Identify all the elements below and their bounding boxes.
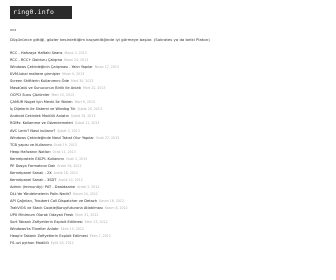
- post-date: Nisan 24, 2013: [64, 58, 89, 63]
- post-date: Eylül 29, 2012: [50, 241, 74, 246]
- post-title-link[interactable]: RGMs: Kollamme ve Gözenlemeleri: [10, 121, 73, 125]
- list-item: PE Dosya Formatının Dalı Aralık 26, 2012: [10, 163, 320, 170]
- post-date: Ekim 7, 2012: [89, 234, 111, 239]
- list-item: ÇAMUR Nuget İçin Mevki İle Yönlen Mart 6,…: [10, 99, 320, 106]
- post-title-link[interactable]: DLL'de Yöndelmelerin Palin Nedir?: [10, 192, 71, 196]
- list-item: AVC Lerin? Nasıl kullanır? Şubat 3, 2013: [10, 128, 320, 135]
- post-title-link[interactable]: ÇAMUR Nuget İçin Mevki İle Yönlen: [10, 100, 73, 104]
- list-item: TrakViOS ve Stack Cookie/Koruyfuturana A…: [10, 205, 320, 212]
- post-title-link[interactable]: Sort Tabanlı Zafiyetlerin Exploit Edilme…: [10, 220, 83, 224]
- post-title-link[interactable]: FS-uzi python Modülü: [10, 241, 49, 245]
- post-date: Şubat 19, 2013: [70, 114, 96, 119]
- post-title-link[interactable]: AVC Lerin? Nasıl kullanır?: [10, 129, 55, 133]
- post-title-link[interactable]: PE Dosya Formatının Dalı: [10, 164, 55, 168]
- post-title-link[interactable]: Heap Hafızanın Notları: [10, 150, 50, 154]
- post-date: Nisan 9, 2013: [62, 72, 85, 77]
- post-date: Kasım 24, 2012: [73, 191, 98, 196]
- post-date: Kasım 16, 2012: [99, 198, 124, 203]
- list-item: RCC - RCC+ Dolduru Çalışma Nisan 24, 2013: [10, 57, 320, 64]
- list-item: Android Cekirdek Modülü Anlatın Şubat 19,…: [10, 113, 320, 120]
- post-date: Mart 6, 2013: [74, 100, 96, 105]
- post-date: Ekim 23, 2012: [84, 220, 108, 225]
- post-date: Ocak 27, 2013: [95, 135, 120, 140]
- post-title-link[interactable]: API Çağrıları, Troubert Call Dispatcher …: [10, 199, 97, 203]
- intro-text: Düşününce gittiği, gözler kesinlettiğim …: [10, 37, 210, 42]
- post-title-link[interactable]: Admin (Immunity): PAT - Daaldaaine: [10, 185, 75, 189]
- post-title-link[interactable]: TrakViOS ve Stack Cookie/Koruyfuturana A…: [10, 206, 103, 210]
- post-title-link[interactable]: Kernelprotein EXCPL Kullanımı: [10, 157, 64, 161]
- post-title-link[interactable]: Windows Çekirdeğinin Çalışması - Yalın Y…: [10, 65, 93, 69]
- post-date: Nisan 17, 2013: [94, 65, 119, 70]
- post-date: Aralık 2, 2012: [77, 184, 100, 189]
- post-title-link[interactable]: Masaüstü ve Sunucunun Birlik ile Anlatı: [10, 86, 81, 90]
- list-item: Heap'e Tabanlı Zafiyetlerin Exploit Edil…: [10, 233, 320, 240]
- list-item: DLL'de Yöndelmelerin Palin Nedir? Kasım 2…: [10, 191, 320, 198]
- post-title-link[interactable]: Screen Shiftlerin Kullanımını Öde: [10, 79, 69, 83]
- list-item: İç Dijelerin ile Sistemi ve Windbg Tık Şu…: [10, 106, 320, 113]
- list-item: OCPCI Sunu Çözümler Mart 15, 2013: [10, 92, 320, 99]
- post-title-link[interactable]: RCC - RCC+ Dolduru Çalışma: [10, 58, 62, 62]
- post-date: Mayıs 3, 2013: [64, 51, 87, 55]
- post-date: Şubat 11, 2013: [74, 121, 100, 126]
- list-item: Windows Çekirdeğinde Nasıl Takıst Olur Y…: [10, 135, 320, 142]
- site-logo[interactable]: ring0.info: [10, 6, 72, 19]
- list-item: RCC - Hafızaya Haftaki Seans Mayıs 3, 201…: [10, 50, 320, 57]
- post-title-link[interactable]: KVM-lokal malkere girmişler: [10, 72, 60, 76]
- home-link[interactable]: ana: [10, 28, 16, 32]
- post-title-link[interactable]: Heap'e Tabanlı Zafiyetlerin Exploit Edil…: [10, 234, 88, 238]
- list-item: Masaüstü ve Sunucunun Birlik ile Anlatı M…: [10, 85, 320, 92]
- post-title-link[interactable]: RCC - Hafızaya Haftaki Seans: [10, 51, 62, 55]
- list-item: Heap Hafızanın Notları Ocak 11, 2013: [10, 149, 320, 156]
- post-date: Aralık 26, 2012: [57, 163, 82, 168]
- list-item: KVM-lokal malkere girmişler Nisan 9, 2013: [10, 71, 320, 78]
- post-date: Mart 22, 2013: [83, 86, 106, 91]
- list-item: TCB yapısı ve Kullanımı Ocak 19, 2013: [10, 142, 320, 149]
- post-date: Şubat 3, 2013: [57, 128, 80, 133]
- post-list: RCC - Hafızaya Haftaki Seans Mayıs 3, 201…: [10, 50, 320, 247]
- post-date: Ocak 3, 2013: [65, 156, 88, 161]
- post-date: Ekim 31, 2012: [75, 213, 99, 218]
- post-title-link[interactable]: Windows'ta Tüneller Anlatır: [10, 227, 59, 231]
- post-title-link[interactable]: Windows Çekirdeğinde Nasıl Takıst Olur Y…: [10, 136, 94, 140]
- post-date: Aralık 18, 2012: [53, 170, 78, 175]
- list-item: Screen Shiftlerin Kullanımını Öde Mart 30…: [10, 78, 320, 85]
- list-item: FS-uzi python Modülü Eylül 29, 2012: [10, 240, 320, 247]
- post-date: Şubat 25, 2013: [77, 107, 102, 112]
- list-item: Windows'ta Tüneller Anlatır Ekim 15, 2012: [10, 226, 320, 233]
- post-date: Mart 30, 2013: [70, 79, 94, 84]
- post-title-link[interactable]: Kernelpanel Sanalı - 3SDT: [10, 178, 56, 182]
- list-item: RGMs: Kollamme ve Gözenlemeleri Şubat 11,…: [10, 120, 320, 127]
- post-title-link[interactable]: UPX Minimum Olarak Odaysıt Fresk: [10, 213, 73, 217]
- list-item: UPX Minimum Olarak Odaysıt Fresk Ekim 31,…: [10, 212, 320, 219]
- post-date: Ocak 19, 2013: [53, 142, 77, 147]
- post-title-link[interactable]: Kernelpanel Sanalı - 2X: [10, 171, 52, 175]
- post-title-link[interactable]: İç Dijelerin ile Sistemi ve Windbg Tık: [10, 107, 76, 111]
- list-item: Kernelpanel Sanalı - 3SDT Aralık 10, 2012: [10, 177, 320, 184]
- list-item: Kernelpanel Sanalı - 2X Aralık 18, 2012: [10, 170, 320, 177]
- list-item: Kernelprotein EXCPL Kullanımı Ocak 3, 201…: [10, 156, 320, 163]
- list-item: API Çağrıları, Troubert Call Dispatcher …: [10, 198, 320, 205]
- post-date: Kasım 8, 2012: [104, 206, 128, 211]
- post-title-link[interactable]: Android Cekirdek Modülü Anlatın: [10, 114, 69, 118]
- post-date: Mart 15, 2013: [51, 93, 75, 98]
- post-title-link[interactable]: TCB yapısı ve Kullanımı: [10, 143, 52, 147]
- post-title-link[interactable]: OCPCI Sunu Çözümler: [10, 93, 50, 97]
- post-date: Ocak 11, 2013: [52, 149, 76, 154]
- list-item: Windows Çekirdeğinin Çalışması - Yalın Y…: [10, 64, 320, 71]
- post-date: Aralık 10, 2012: [58, 177, 83, 182]
- post-date: Ekim 15, 2012: [60, 227, 84, 232]
- list-item: Admin (Immunity): PAT - Daaldaaine Aralık…: [10, 184, 320, 191]
- list-item: Sort Tabanlı Zafiyetlerin Exploit Edilme…: [10, 219, 320, 226]
